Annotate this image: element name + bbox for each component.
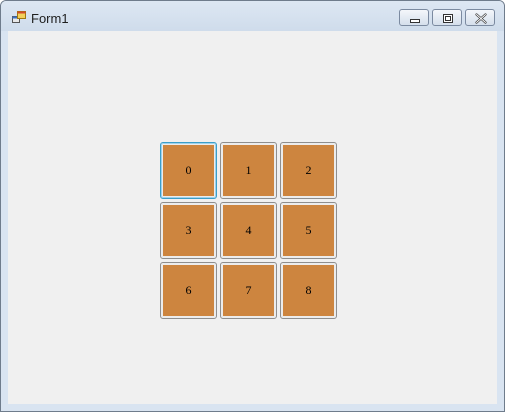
tile-label: 6 [163, 265, 214, 316]
tile-button-3[interactable]: 3 [160, 202, 217, 259]
form-client-area: 012 345 678 [8, 31, 497, 404]
tile-label: 0 [163, 145, 214, 196]
tile-button-5[interactable]: 5 [280, 202, 337, 259]
tile-label: 4 [223, 205, 274, 256]
tile-label: 8 [283, 265, 334, 316]
tile-button-4[interactable]: 4 [220, 202, 277, 259]
tile-button-0[interactable]: 0 [160, 142, 217, 199]
tile-label: 2 [283, 145, 334, 196]
tile-button-6[interactable]: 6 [160, 262, 217, 319]
app-window: Form1 012 345 678 [0, 0, 505, 412]
tile-button-7[interactable]: 7 [220, 262, 277, 319]
minimize-button[interactable] [399, 9, 429, 26]
maximize-icon [443, 14, 453, 23]
maximize-button[interactable] [432, 9, 462, 26]
tile-button-2[interactable]: 2 [280, 142, 337, 199]
tile-label: 5 [283, 205, 334, 256]
close-button[interactable] [465, 9, 495, 26]
title-bar[interactable]: Form1 [1, 1, 504, 31]
app-icon [12, 11, 26, 23]
tile-label: 1 [223, 145, 274, 196]
close-icon [475, 13, 487, 24]
tile-button-1[interactable]: 1 [220, 142, 277, 199]
tile-label: 7 [223, 265, 274, 316]
minimize-icon [410, 19, 420, 23]
tile-button-8[interactable]: 8 [280, 262, 337, 319]
tile-label: 3 [163, 205, 214, 256]
window-title: Form1 [31, 11, 69, 26]
